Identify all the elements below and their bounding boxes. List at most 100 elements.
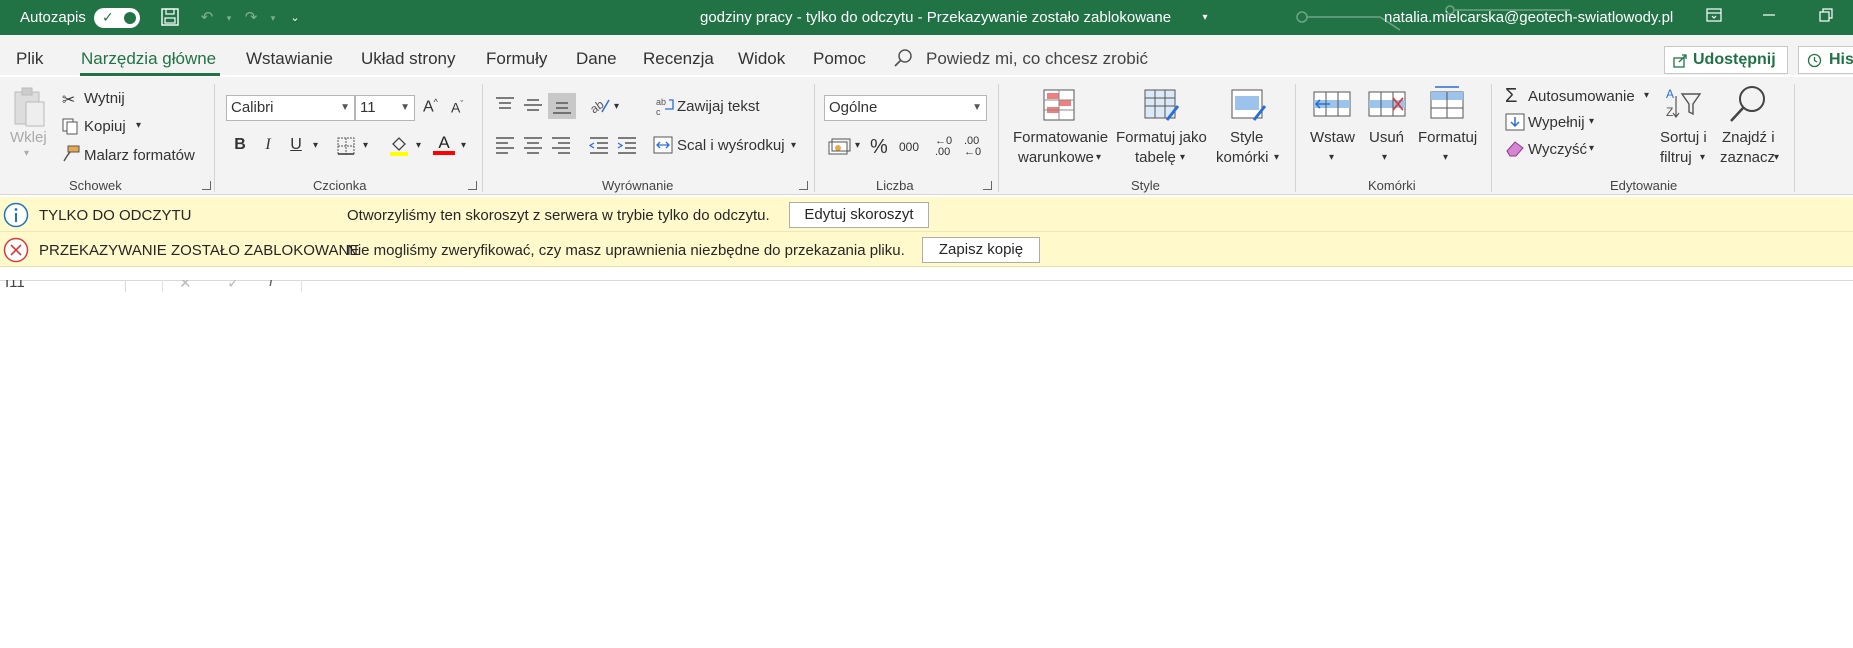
increase-indent-icon[interactable] — [617, 136, 637, 154]
user-account[interactable]: natalia.mielcarska@geotech-swiatlowody.p… — [1384, 9, 1673, 26]
align-top-icon[interactable] — [495, 96, 515, 114]
italic-button[interactable]: I — [257, 136, 279, 154]
accounting-format-icon[interactable] — [828, 137, 852, 157]
tab-page-layout[interactable]: Układ strony — [361, 49, 455, 69]
paste-icon[interactable] — [12, 86, 46, 128]
increase-decimal-button[interactable]: ←0.00 — [935, 136, 959, 158]
fx-icon[interactable]: f — [269, 280, 273, 290]
tab-view[interactable]: Widok — [738, 49, 785, 69]
tab-data[interactable]: Dane — [576, 49, 617, 69]
format-as-table-dropdown-icon[interactable]: ▾ — [1180, 152, 1185, 163]
cell-styles-dropdown-icon[interactable]: ▾ — [1274, 152, 1279, 163]
undo-dropdown-icon[interactable]: ▾ — [218, 7, 240, 29]
font-name-combo[interactable]: Calibri ▼ — [226, 95, 355, 121]
format-cells-button[interactable]: Formatuj — [1418, 129, 1477, 146]
save-icon[interactable] — [159, 7, 181, 29]
number-format-combo[interactable]: Ogólne ▼ — [824, 95, 987, 121]
sort-filter-button[interactable]: Sortuj i — [1660, 129, 1707, 146]
fill-color-icon[interactable] — [389, 135, 409, 157]
number-launcher-icon[interactable] — [983, 181, 992, 190]
font-color-dropdown-icon[interactable]: ▾ — [461, 140, 466, 151]
tab-insert[interactable]: Wstawianie — [246, 49, 333, 69]
borders-dropdown-icon[interactable]: ▾ — [363, 140, 368, 151]
autosum-dropdown-icon[interactable]: ▾ — [1644, 90, 1649, 101]
borders-icon[interactable] — [337, 137, 355, 155]
clipboard-launcher-icon[interactable] — [202, 181, 211, 190]
ribbon-display-icon[interactable] — [1703, 7, 1725, 29]
underline-dropdown-icon[interactable]: ▾ — [313, 140, 318, 151]
delete-cells-button[interactable]: Usuń — [1369, 129, 1404, 146]
decrease-decimal-button[interactable]: .00 ←0 — [964, 136, 988, 158]
font-size-combo[interactable]: 11 ▼ — [355, 95, 415, 121]
find-select-button[interactable]: Znajdź i — [1722, 129, 1775, 146]
align-bottom-button[interactable] — [548, 93, 576, 119]
tell-me-input[interactable]: Powiedz mi, co chcesz zrobić — [926, 49, 1148, 69]
wrap-text-button[interactable]: Zawijaj tekst — [677, 98, 760, 115]
save-copy-button[interactable]: Zapisz kopię — [922, 237, 1040, 263]
copy-button[interactable]: Kopiuj — [84, 118, 126, 135]
align-center-icon[interactable] — [523, 136, 543, 154]
font-launcher-icon[interactable] — [468, 181, 477, 190]
delete-dropdown-icon[interactable]: ▾ — [1382, 152, 1387, 163]
format-dropdown-icon[interactable]: ▾ — [1443, 152, 1448, 163]
decrease-indent-icon[interactable] — [589, 136, 609, 154]
bold-button[interactable]: B — [229, 136, 251, 154]
fill-color-dropdown-icon[interactable]: ▾ — [416, 140, 421, 151]
fill-dropdown-icon[interactable]: ▾ — [1589, 116, 1594, 127]
enter-icon[interactable]: ✓ — [227, 280, 240, 292]
insert-dropdown-icon[interactable]: ▾ — [1329, 152, 1334, 163]
autosave-toggle[interactable]: ✓ — [94, 8, 140, 28]
format-as-table-button[interactable]: Formatuj jako — [1116, 129, 1207, 146]
redo-dropdown-icon[interactable]: ▾ — [262, 7, 284, 29]
find-select-dropdown-icon[interactable]: ▾ — [1774, 152, 1779, 163]
tab-file[interactable]: Plik — [16, 49, 43, 69]
decrease-font-icon[interactable]: Aˇ — [451, 99, 463, 116]
accounting-dropdown-icon[interactable]: ▾ — [855, 140, 860, 151]
cut-button[interactable]: Wytnij — [84, 90, 125, 107]
cancel-icon[interactable]: ✕ — [179, 280, 192, 292]
redo-icon[interactable]: ↷ — [240, 7, 262, 29]
align-middle-icon[interactable] — [523, 96, 543, 114]
fill-button[interactable]: Wypełnij — [1528, 114, 1585, 131]
merge-dropdown-icon[interactable]: ▾ — [791, 140, 796, 151]
tab-formulas[interactable]: Formuły — [486, 49, 547, 69]
comma-style-button[interactable]: 000 — [899, 140, 919, 154]
conditional-formatting-dropdown-icon[interactable]: ▾ — [1096, 152, 1101, 163]
insert-cells-button[interactable]: Wstaw — [1310, 129, 1355, 146]
search-icon[interactable] — [893, 48, 913, 68]
increase-font-icon[interactable]: A^ — [423, 97, 438, 116]
conditional-formatting-button[interactable]: Formatowanie — [1013, 129, 1108, 146]
customize-toolbar-icon[interactable]: ⌄ — [284, 7, 306, 29]
alignment-launcher-icon[interactable] — [799, 181, 808, 190]
undo-icon[interactable]: ↶ — [196, 7, 218, 29]
tab-help[interactable]: Pomoc — [813, 49, 866, 69]
sort-filter-dropdown-icon[interactable]: ▾ — [1700, 152, 1705, 163]
edit-workbook-button[interactable]: Edytuj skoroszyt — [789, 202, 929, 228]
orientation-icon[interactable]: ab — [588, 94, 612, 116]
document-title[interactable]: godziny pracy - tylko do odczytu - Przek… — [700, 9, 1171, 26]
tab-home[interactable]: Narzędzia główne — [81, 49, 216, 69]
font-color-icon[interactable]: A — [433, 133, 455, 155]
minimize-icon[interactable] — [1758, 7, 1780, 29]
cell-styles-button[interactable]: Style — [1230, 129, 1263, 146]
name-box[interactable]: I11 — [0, 280, 126, 292]
paste-dropdown-icon[interactable]: ▾ — [24, 148, 29, 159]
percent-button[interactable]: % — [870, 136, 888, 159]
clear-dropdown-icon[interactable]: ▾ — [1589, 143, 1594, 154]
chevron-down-icon: ▼ — [400, 102, 410, 113]
orientation-dropdown-icon[interactable]: ▾ — [614, 101, 619, 112]
format-painter-button[interactable]: Malarz formatów — [84, 147, 195, 164]
tab-review[interactable]: Recenzja — [643, 49, 714, 69]
underline-button[interactable]: U — [285, 136, 307, 154]
title-dropdown-icon[interactable]: ▾ — [1194, 7, 1216, 29]
autosum-button[interactable]: Autosumowanie — [1528, 88, 1635, 105]
clear-button[interactable]: Wyczyść — [1528, 141, 1587, 158]
align-right-icon[interactable] — [551, 136, 571, 154]
history-button[interactable]: Hist — [1798, 46, 1853, 74]
merge-center-button[interactable]: Scal i wyśrodkuj — [677, 137, 785, 154]
share-button[interactable]: Udostępnij — [1664, 46, 1788, 74]
paste-label[interactable]: Wklej — [10, 129, 47, 146]
copy-dropdown-icon[interactable]: ▾ — [136, 120, 141, 131]
restore-icon[interactable] — [1815, 7, 1837, 29]
align-left-icon[interactable] — [495, 136, 515, 154]
